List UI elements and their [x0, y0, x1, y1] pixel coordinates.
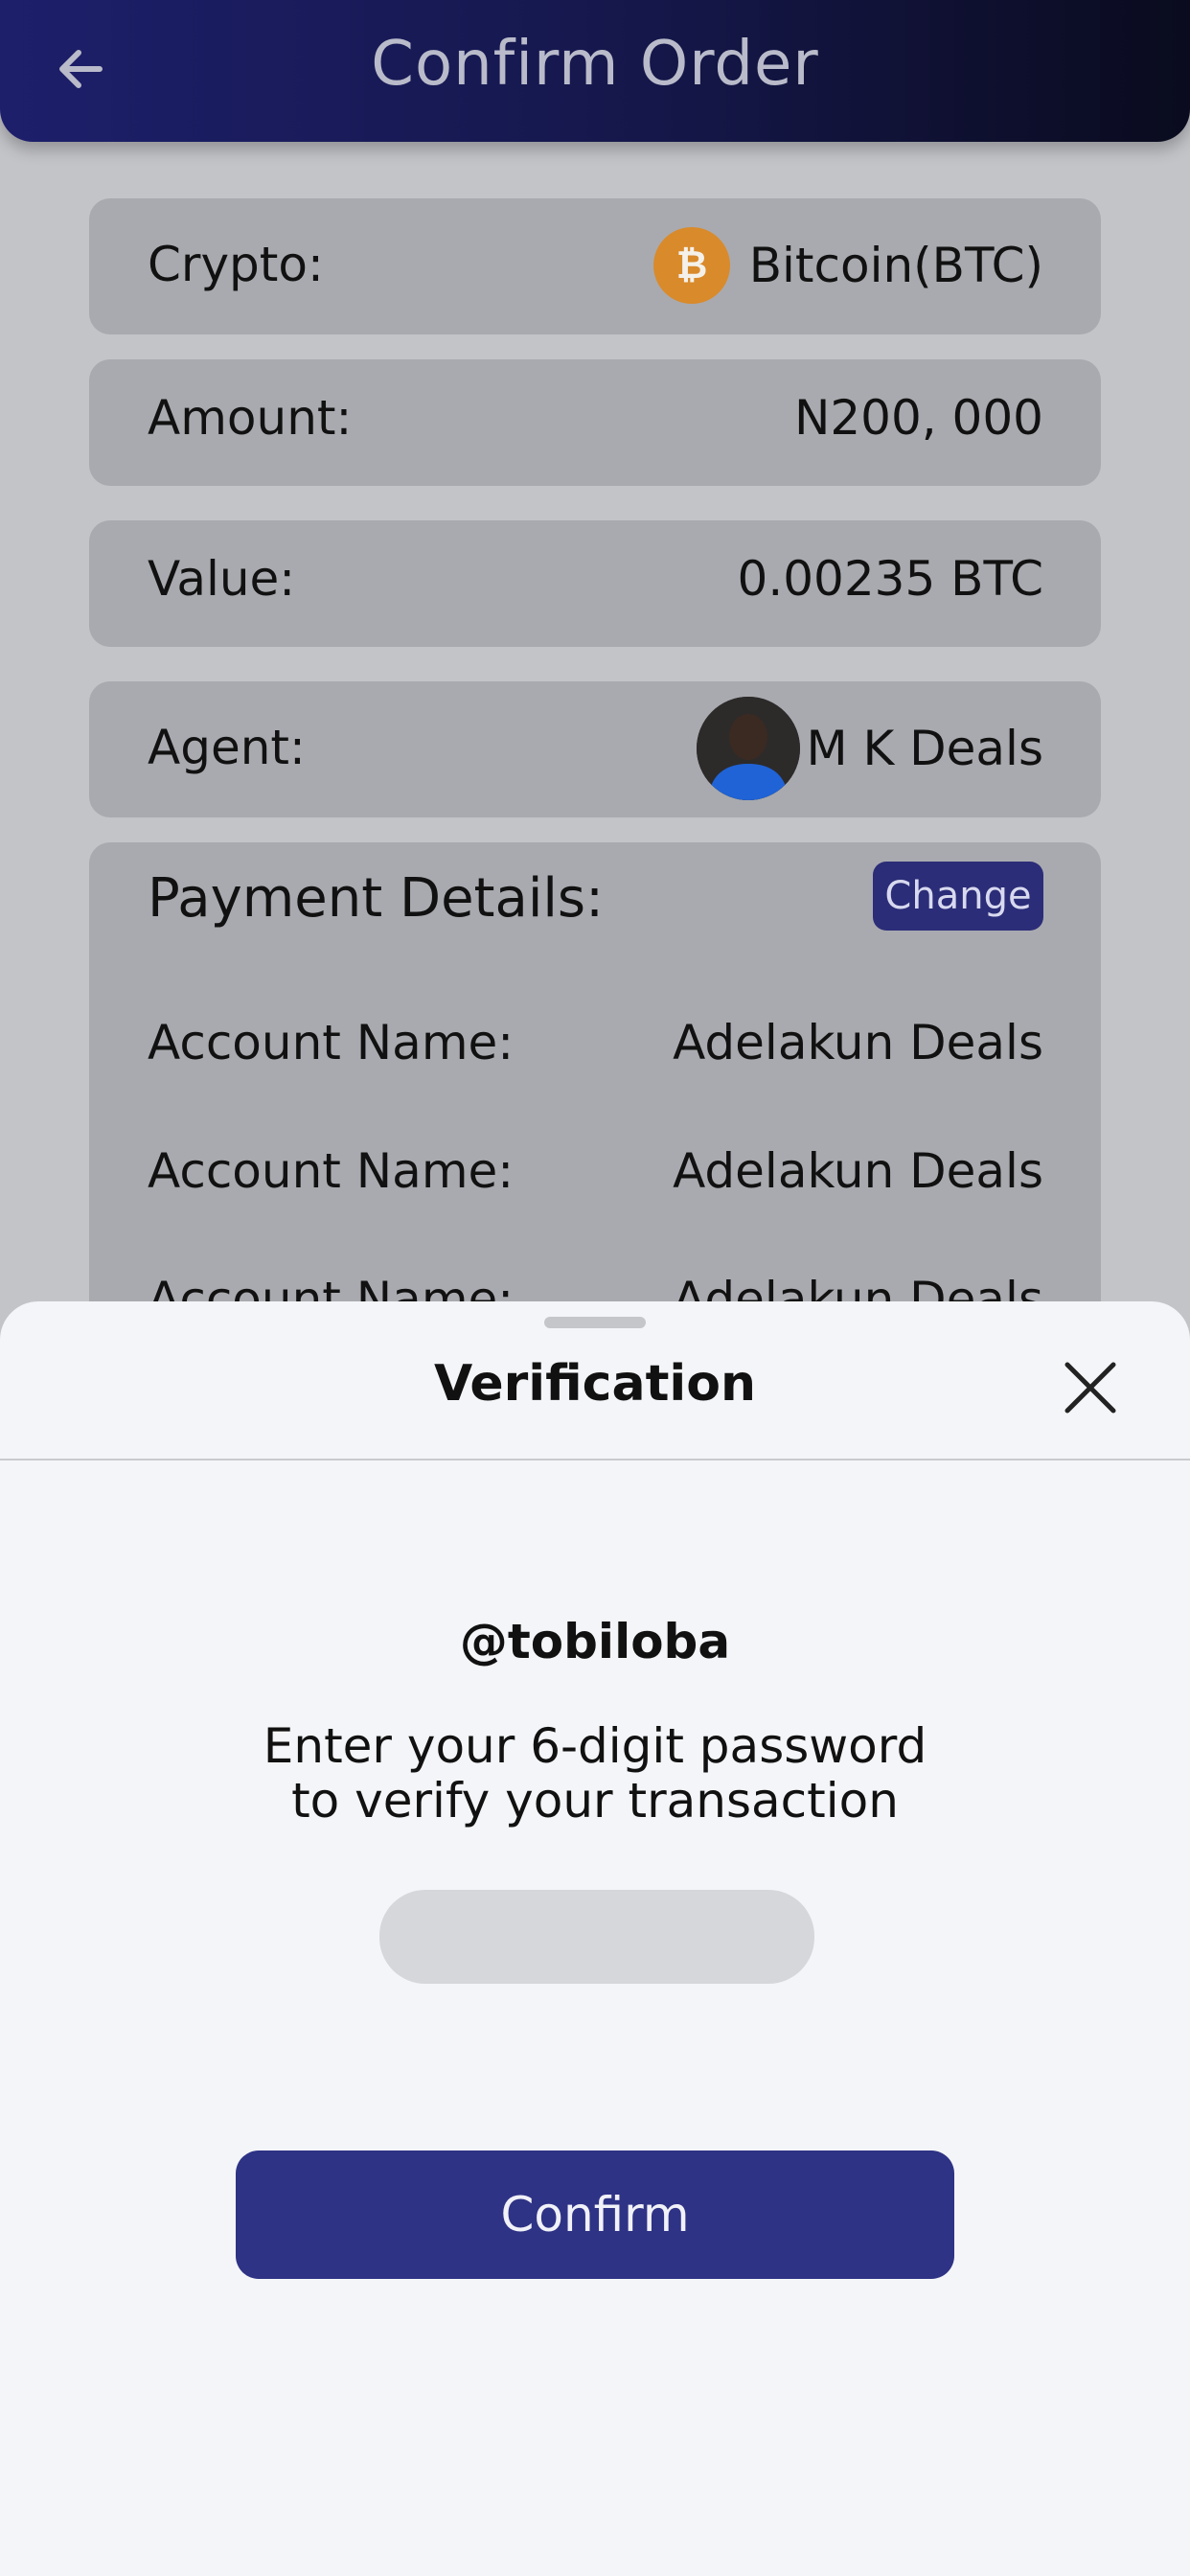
instruction-text: Enter your 6-digit password to verify yo… [192, 1719, 998, 1828]
account-name-label: Account Name: [148, 1143, 515, 1199]
drag-handle[interactable] [544, 1317, 646, 1328]
payment-details-card: Payment Details: Change Account Name: Ad… [89, 842, 1101, 1341]
sheet-divider [0, 1459, 1190, 1460]
change-button[interactable]: Change [873, 862, 1043, 931]
app-header: Confirm Order [0, 0, 1190, 142]
amount-label: Amount: [148, 390, 353, 446]
account-name-value: Adelakun Deals [673, 1143, 1043, 1199]
agent-card: Agent: M K Deals [89, 681, 1101, 817]
page-title: Confirm Order [371, 29, 819, 100]
agent-name: M K Deals [806, 721, 1043, 776]
username: @tobiloba [459, 1614, 731, 1669]
payment-row: Account Name: Adelakun Deals [148, 1143, 1043, 1199]
bitcoin-icon: ₿ [652, 227, 730, 304]
svg-text:₿: ₿ [675, 243, 707, 288]
payment-row: Account Name: Adelakun Deals [148, 1015, 1043, 1070]
payment-details-title: Payment Details: [148, 867, 604, 930]
sheet-title: Verification [433, 1355, 757, 1413]
value-card: Value: 0.00235 BTC [89, 520, 1101, 647]
crypto-card: Crypto: ₿ Bitcoin(BTC) [89, 198, 1101, 334]
value-label: Value: [148, 551, 296, 607]
crypto-value-group: ₿ Bitcoin(BTC) [652, 227, 1043, 304]
amount-card: Amount: N200, 000 [89, 359, 1101, 486]
confirm-button[interactable]: Confirm [236, 2150, 954, 2279]
account-name-label: Account Name: [148, 1015, 515, 1070]
close-icon [1064, 1362, 1116, 1414]
close-button[interactable] [1054, 1351, 1127, 1424]
account-name-value: Adelakun Deals [673, 1015, 1043, 1070]
amount-value: N200, 000 [793, 390, 1043, 446]
instruction-line-2: to verify your transaction [291, 1773, 899, 1828]
verification-sheet: Verification @tobiloba Enter your 6-digi… [0, 1301, 1190, 2576]
agent-value-group[interactable]: M K Deals [697, 697, 1043, 800]
agent-label: Agent: [148, 720, 306, 775]
agent-avatar [697, 697, 801, 800]
password-input[interactable] [379, 1890, 814, 1984]
instruction-line-1: Enter your 6-digit password [263, 1718, 927, 1774]
value-amount: 0.00235 BTC [737, 551, 1043, 607]
crypto-value: Bitcoin(BTC) [748, 238, 1043, 293]
crypto-label: Crypto: [148, 237, 324, 292]
